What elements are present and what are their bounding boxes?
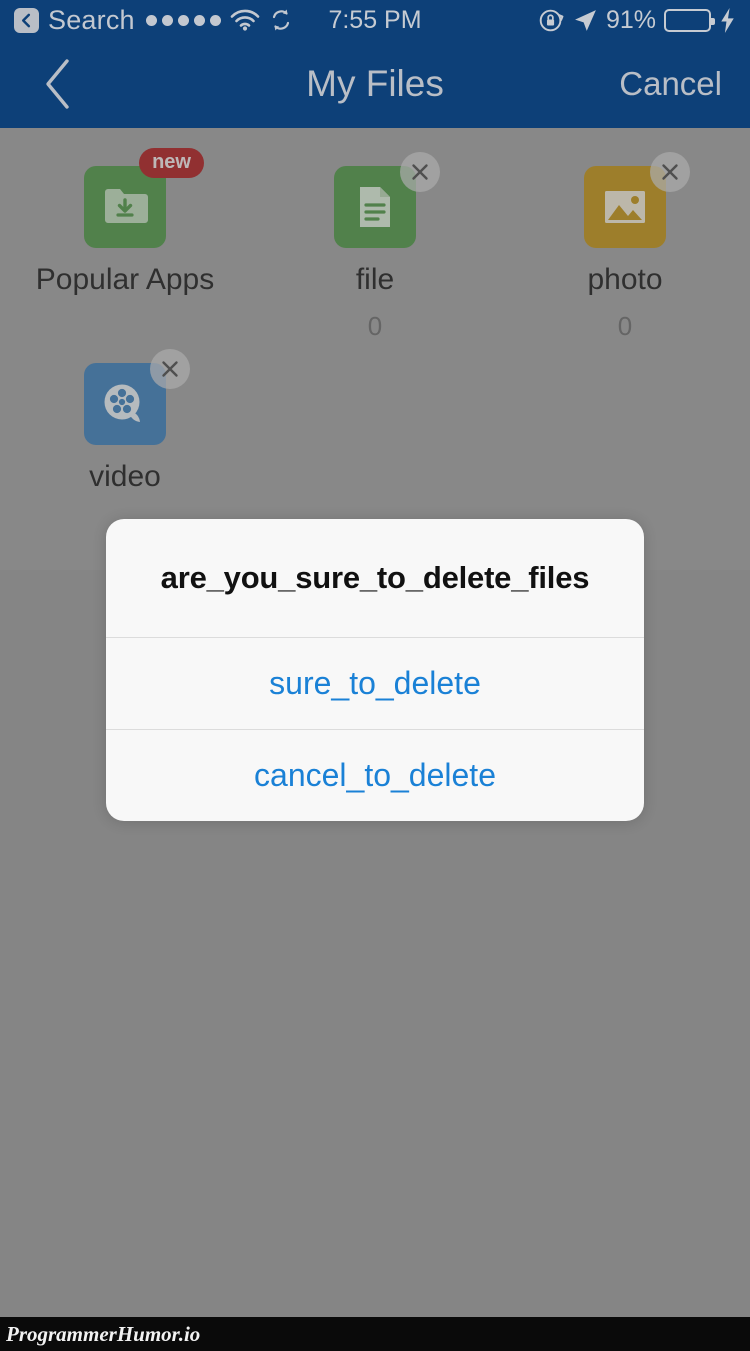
battery-percent-label: 91% <box>605 5 656 34</box>
battery-icon <box>664 8 715 32</box>
dialog-title: are_you_sure_to_delete_files <box>160 560 590 595</box>
wifi-icon <box>230 9 260 31</box>
navigation-bar: My Files Cancel <box>0 40 750 128</box>
dialog-header: are_you_sure_to_delete_files <box>106 519 644 637</box>
cancel-delete-button[interactable]: cancel_to_delete <box>106 729 644 821</box>
watermark-bar: ProgrammerHumor.io <box>0 1317 750 1351</box>
delete-confirmation-dialog: are_you_sure_to_delete_files sure_to_del… <box>106 519 644 821</box>
back-to-app-button[interactable] <box>14 7 39 33</box>
status-back-label[interactable]: Search <box>48 6 135 34</box>
cancel-button[interactable]: Cancel <box>619 65 722 103</box>
sync-icon <box>269 8 293 32</box>
signal-strength-icon <box>145 14 221 26</box>
confirm-delete-button[interactable]: sure_to_delete <box>106 637 644 729</box>
phone-screen: Search 7:55 PM 91% My Files Cancel new P… <box>0 0 750 1351</box>
status-bar-left: Search <box>14 6 293 34</box>
status-bar-right: 91% <box>538 7 736 34</box>
chevron-left-small-icon <box>22 13 31 27</box>
chevron-left-icon <box>46 59 69 109</box>
status-bar: Search 7:55 PM 91% <box>0 0 750 40</box>
back-button[interactable] <box>28 54 88 114</box>
lightning-bolt-icon <box>719 7 736 33</box>
location-arrow-icon <box>573 8 598 33</box>
watermark-text: ProgrammerHumor.io <box>6 1321 201 1346</box>
rotation-lock-icon <box>538 7 565 34</box>
